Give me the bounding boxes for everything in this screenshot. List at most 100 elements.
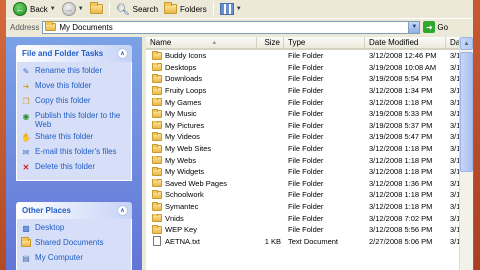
file-row[interactable]: WEP Key File Folder 3/12/2008 5:56 PM 3/12 [146, 224, 473, 236]
task-move-folder[interactable]: ➜ Move this folder [21, 81, 127, 93]
place-desktop[interactable]: ▩ Desktop [21, 223, 127, 235]
folder-icon [152, 86, 162, 95]
toolbar-separator [108, 2, 110, 16]
file-name: My Widgets [165, 167, 205, 177]
go-button[interactable]: ➜ Go [423, 21, 448, 33]
column-name-label: Name [150, 38, 172, 47]
search-button[interactable]: 🔍︎ Search [113, 1, 161, 17]
other-places-header[interactable]: Other Places ∧ [16, 202, 132, 219]
file-row[interactable]: Desktops File Folder 3/19/2008 10:08 AM 3/1… [146, 62, 473, 74]
up-button[interactable] [87, 1, 106, 17]
task-delete-folder[interactable]: ✕ Delete this folder [21, 162, 127, 174]
file-type: File Folder [288, 120, 324, 130]
file-name-cell: My Videos [146, 132, 257, 141]
scroll-up-icon[interactable]: ▲ [460, 37, 473, 50]
file-name-cell: Buddy Icons [146, 51, 257, 60]
file-name-cell: WEP Key [146, 225, 257, 234]
back-label: Back [30, 4, 48, 14]
views-dropdown-icon[interactable]: ▼ [236, 6, 242, 12]
file-name: AETNA.txt [165, 236, 201, 246]
file-type: File Folder [288, 86, 324, 96]
file-row[interactable]: Symantec File Folder 3/12/2008 1:18 PM 3/12 [146, 201, 473, 213]
copy-icon: ❐ [22, 96, 30, 106]
file-name: Schoolwork [165, 190, 204, 200]
file-size: 1 KB [264, 236, 281, 246]
task-label: Share this folder [35, 132, 94, 141]
file-row[interactable]: My Widgets File Folder 3/12/2008 1:18 PM 3/… [146, 166, 473, 178]
forward-button[interactable]: → ▼ [59, 1, 87, 17]
task-email-files[interactable]: ✉ E-mail this folder's files [21, 147, 127, 159]
folder-icon [152, 51, 162, 60]
folders-button[interactable]: Folders [161, 1, 210, 17]
file-row[interactable]: My Web Sites File Folder 3/12/2008 1:18 PM… [146, 143, 473, 155]
file-date-modified: 2/27/2008 5:06 PM [369, 236, 433, 246]
collapse-chevron-icon[interactable]: ∧ [117, 48, 128, 59]
file-type: File Folder [288, 213, 324, 223]
file-name-cell: My Web Sites [146, 144, 257, 153]
vertical-scrollbar[interactable]: ▲ [459, 37, 473, 270]
collapse-chevron-icon[interactable]: ∧ [117, 205, 128, 216]
file-name: My Videos [165, 132, 200, 142]
file-row[interactable]: AETNA.txt 1 KB Text Document 2/27/2008 5:06… [146, 236, 473, 248]
back-dropdown-icon[interactable]: ▼ [50, 6, 56, 12]
globe-icon: ◉ [22, 111, 30, 121]
file-row[interactable]: Downloads File Folder 3/19/2008 5:54 PM 3/1… [146, 73, 473, 85]
file-date-modified: 3/19/2008 10:08 AM [369, 62, 437, 72]
folder-icon [152, 167, 162, 176]
column-header-size[interactable]: Size [257, 37, 284, 48]
rename-icon: ✎ [22, 66, 30, 76]
back-button[interactable]: ← Back ▼ [10, 1, 59, 17]
place-shared-documents[interactable]: Shared Documents [21, 237, 127, 250]
task-label: Publish this folder to the Web [35, 111, 121, 129]
address-folder-icon [45, 21, 57, 31]
forward-dropdown-icon[interactable]: ▼ [78, 6, 84, 12]
file-date-modified: 3/12/2008 1:18 PM [369, 167, 433, 177]
scroll-thumb[interactable] [460, 52, 473, 172]
file-type: File Folder [288, 155, 324, 165]
column-header-type[interactable]: Type [284, 37, 365, 48]
place-my-computer[interactable]: ▤ My Computer [21, 253, 127, 265]
file-row[interactable]: My Webs File Folder 3/12/2008 1:18 PM 3/12 [146, 154, 473, 166]
file-tasks-title: File and Folder Tasks [22, 49, 104, 58]
file-row[interactable]: My Pictures File Folder 3/19/2008 5:37 PM 3… [146, 120, 473, 132]
folder-icon [152, 178, 162, 188]
views-button[interactable]: ▼ [217, 1, 245, 17]
place-label: Shared Documents [35, 238, 104, 247]
file-name: My Music [165, 109, 197, 119]
file-type: File Folder [288, 190, 324, 200]
column-header-name[interactable]: Name ▲ [146, 37, 257, 48]
folder-icon [152, 97, 162, 107]
file-row[interactable]: My Music File Folder 3/19/2008 5:33 PM 3/12 [146, 108, 473, 120]
file-row[interactable]: Fruity Loops File Folder 3/12/2008 1:34 PM… [146, 85, 473, 97]
file-row[interactable]: Schoolwork File Folder 3/12/2008 1:18 PM 3/… [146, 189, 473, 201]
file-name-cell: Vnids [146, 213, 257, 223]
file-name-cell: Saved Web Pages [146, 178, 257, 188]
task-copy-folder[interactable]: ❐ Copy this folder [21, 96, 127, 108]
file-tasks-header[interactable]: File and Folder Tasks ∧ [16, 45, 132, 62]
column-header-date-modified[interactable]: Date Modified [365, 37, 446, 48]
place-label: Desktop [35, 223, 65, 232]
file-name: Desktops [165, 62, 197, 72]
explorer-window: ← Back ▼ → ▼ 🔍︎ Search Folders ▼ Address [6, 0, 473, 270]
folder-icon [152, 62, 162, 72]
file-name-cell: Symantec [146, 202, 257, 211]
address-input[interactable]: My Documents ▼ [42, 20, 421, 34]
file-row[interactable]: My Games File Folder 3/12/2008 1:18 PM 3/12 [146, 96, 473, 108]
file-row[interactable]: Saved Web Pages File Folder 3/12/2008 1:36… [146, 178, 473, 190]
folders-icon [164, 2, 178, 14]
file-row[interactable]: My Videos File Folder 3/19/2008 5:47 PM 3/1… [146, 131, 473, 143]
address-dropdown-icon[interactable]: ▼ [408, 21, 420, 33]
task-share-folder[interactable]: ✋ Share this folder [21, 132, 127, 144]
toolbar-separator [212, 2, 214, 16]
computer-icon: ▤ [22, 253, 30, 263]
file-row[interactable]: Vnids File Folder 3/12/2008 7:02 PM 3/12 [146, 212, 473, 224]
folder-icon [152, 144, 162, 153]
task-publish-web[interactable]: ◉ Publish this folder to the Web [21, 111, 127, 129]
task-label: Move this folder [35, 81, 92, 90]
file-row[interactable]: Buddy Icons File Folder 3/12/2008 12:46 PM… [146, 50, 473, 62]
task-rename-folder[interactable]: ✎ Rename this folder [21, 66, 127, 78]
folder-icon [152, 202, 162, 211]
file-type: File Folder [288, 51, 324, 61]
desktop-icon: ▩ [22, 223, 30, 233]
file-name-cell: My Games [146, 97, 257, 107]
